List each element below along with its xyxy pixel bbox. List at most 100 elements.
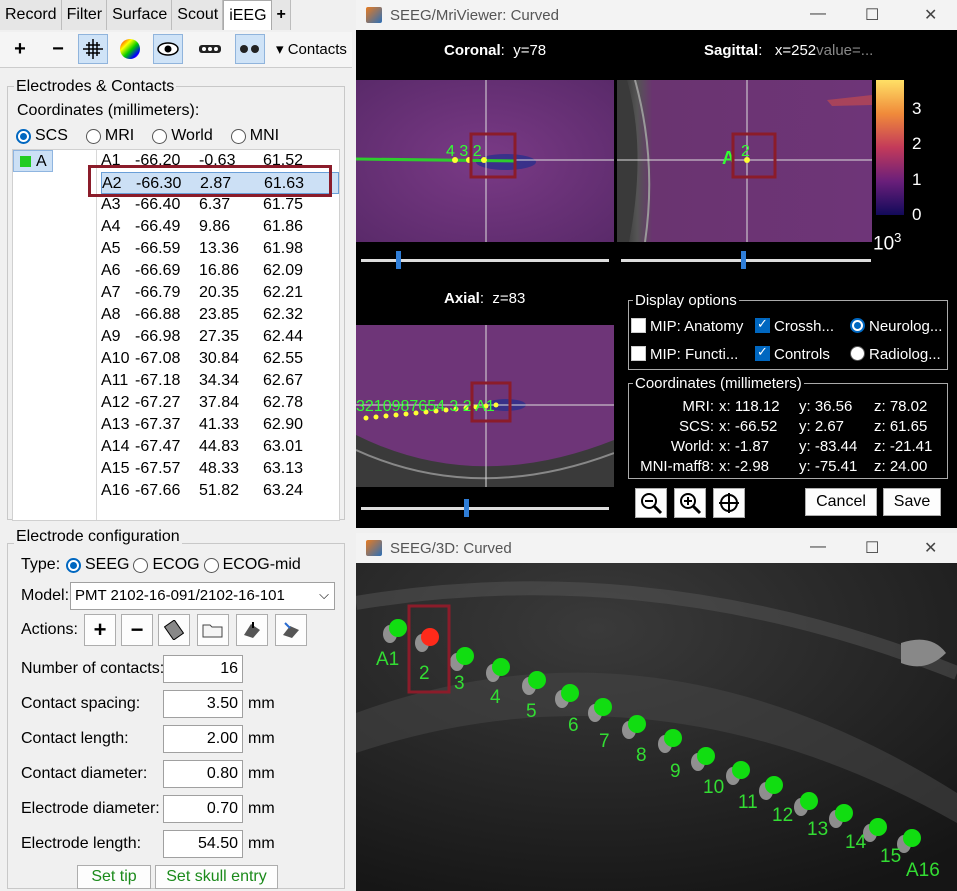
model-select[interactable]: PMT 2102-16-091/2102-16-101 ⌵ [70, 582, 335, 610]
contacts-menu[interactable]: ▾ Contacts [276, 40, 347, 58]
save-model-icon[interactable] [158, 614, 190, 646]
sagittal-view[interactable]: A 2 [617, 80, 872, 242]
tab-filter[interactable]: Filter [61, 0, 108, 30]
zoom-out-icon[interactable] [635, 488, 667, 518]
contact-label: A1 [376, 649, 399, 670]
contact-row[interactable]: A4 -66.49 9.86 61.86 [101, 216, 339, 238]
3d-scene[interactable]: A1 2 3 4 5 67 8 9 10 11 12 13 14 15A16 [356, 563, 957, 891]
config-field-unit: mm [248, 835, 275, 852]
option-neurological[interactable]: Neurolog... [850, 318, 942, 335]
option-mip-functional[interactable]: MIP: Functi... [631, 346, 738, 363]
maximize-icon[interactable]: ☐ [865, 5, 879, 25]
contact-row[interactable]: A14 -67.47 44.83 63.01 [101, 436, 339, 458]
tab-add[interactable]: + [271, 0, 291, 30]
radio-world[interactable]: World [152, 127, 213, 145]
axial-slider-track[interactable] [361, 507, 609, 510]
contact-sphere [903, 829, 921, 847]
contact-sphere [869, 818, 887, 836]
close-icon[interactable]: ✕ [924, 538, 937, 558]
radio-mri[interactable]: MRI [85, 127, 134, 145]
option-radiological[interactable]: Radiolog... [850, 346, 941, 363]
coronal-view[interactable]: 4 3 2 [356, 80, 614, 242]
colorbar [876, 80, 904, 215]
tab-bar: Record Filter Surface Scout iEEG + [0, 0, 291, 30]
toolbar: + − ▾ Contacts [0, 32, 352, 68]
reset-view-icon[interactable] [713, 488, 745, 518]
actions-label: Actions: [21, 621, 78, 638]
contact-z: 63.01 [263, 438, 304, 455]
minimize-icon[interactable]: — [810, 5, 826, 23]
axial-view[interactable]: 3210987654 3 2 A1 [356, 325, 614, 487]
contact-name: A15 [101, 460, 130, 477]
radio-scs[interactable]: SCS [16, 127, 68, 145]
tab-ieeg[interactable]: iEEG [223, 0, 272, 30]
option-mip-anatomy[interactable]: MIP: Anatomy [631, 318, 743, 335]
eye-icon[interactable] [153, 34, 183, 64]
set-skull-entry-button[interactable]: Set skull entry [155, 865, 278, 889]
contact-x: -66.40 [135, 196, 181, 213]
coronal-slider-thumb[interactable] [396, 251, 401, 269]
electrode-item[interactable]: A [13, 150, 53, 172]
config-field-input[interactable]: 0.70 [163, 795, 243, 823]
add-contact-button[interactable]: + [84, 614, 116, 646]
option-controls[interactable]: Controls [755, 344, 830, 363]
contact-y: 13.36 [199, 240, 240, 257]
contact-row[interactable]: A11 -67.18 34.34 62.67 [101, 370, 339, 392]
electrode-icon[interactable] [195, 34, 225, 64]
contact-row[interactable]: A15 -67.57 48.33 63.13 [101, 458, 339, 480]
radio-seeg[interactable]: SEEG [66, 556, 129, 574]
contact-row[interactable]: A9 -66.98 27.35 62.44 [101, 326, 339, 348]
contact-row[interactable]: A16 -67.66 51.82 63.24 [101, 480, 339, 502]
remove-icon[interactable]: − [43, 34, 73, 64]
zoom-in-icon[interactable] [674, 488, 706, 518]
config-field-input[interactable]: 16 [163, 655, 243, 683]
contact-row[interactable]: A13 -67.37 41.33 62.90 [101, 414, 339, 436]
contacts-list[interactable]: A A1 -66.20 -0.63 61.52 A2 -66.30 2.87 61.63 A3-… [12, 149, 340, 521]
contact-row[interactable]: A6 -66.69 16.86 62.09 [101, 260, 339, 282]
contact-label: 8 [636, 745, 647, 766]
minimize-icon[interactable]: — [810, 538, 826, 556]
config-field-input[interactable]: 0.80 [163, 760, 243, 788]
axial-slider-thumb[interactable] [464, 499, 469, 517]
maximize-icon[interactable]: ☐ [865, 538, 879, 558]
contact-label: 14 [845, 832, 867, 853]
contacts-icon[interactable] [235, 34, 265, 64]
color-wheel-icon[interactable] [115, 34, 145, 64]
save-button[interactable]: Save [883, 488, 941, 516]
set-tip-button[interactable]: Set tip [77, 865, 151, 889]
add-icon[interactable]: + [5, 34, 35, 64]
radio-ecog[interactable]: ECOG [133, 556, 200, 574]
config-field-input[interactable]: 54.50 [163, 830, 243, 858]
folder-icon[interactable] [197, 614, 229, 646]
tab-scout[interactable]: Scout [172, 0, 224, 30]
sagittal-slider-track[interactable] [621, 259, 871, 262]
tab-record[interactable]: Record [0, 0, 62, 30]
contact-row[interactable]: A8 -66.88 23.85 62.32 [101, 304, 339, 326]
cancel-button[interactable]: Cancel [805, 488, 877, 516]
radio-ecog-mid[interactable]: ECOG-mid [203, 556, 301, 574]
sagittal-slider-thumb[interactable] [741, 251, 746, 269]
config-field-unit: mm [248, 765, 275, 782]
crosshair-icon[interactable] [78, 34, 108, 64]
contact-row[interactable]: A5 -66.59 13.36 61.98 [101, 238, 339, 260]
config-field-input[interactable]: 2.00 [163, 725, 243, 753]
contact-sphere [456, 647, 474, 665]
tab-surface[interactable]: Surface [107, 0, 173, 30]
coord-x: x: -1.87 [719, 438, 770, 455]
contact-row[interactable]: A12 -67.27 37.84 62.78 [101, 392, 339, 414]
contact-row[interactable]: A10 -67.08 30.84 62.55 [101, 348, 339, 370]
export-electrode-icon[interactable] [275, 614, 307, 646]
contact-row[interactable]: A3 -66.40 6.37 61.75 [101, 194, 339, 216]
contact-x: -67.08 [135, 350, 181, 367]
contact-name: A7 [101, 284, 121, 301]
config-field-unit: mm [248, 730, 275, 747]
close-icon[interactable]: ✕ [924, 5, 937, 25]
contact-z: 63.13 [263, 460, 304, 477]
radio-mni[interactable]: MNI [230, 127, 279, 145]
config-field-input[interactable]: 3.50 [163, 690, 243, 718]
import-electrode-icon[interactable] [236, 614, 268, 646]
option-crosshair[interactable]: Crossh... [755, 316, 834, 335]
colorbar-tick-3: 3 [912, 99, 922, 118]
remove-contact-button[interactable]: − [121, 614, 153, 646]
contact-row[interactable]: A7 -66.79 20.35 62.21 [101, 282, 339, 304]
